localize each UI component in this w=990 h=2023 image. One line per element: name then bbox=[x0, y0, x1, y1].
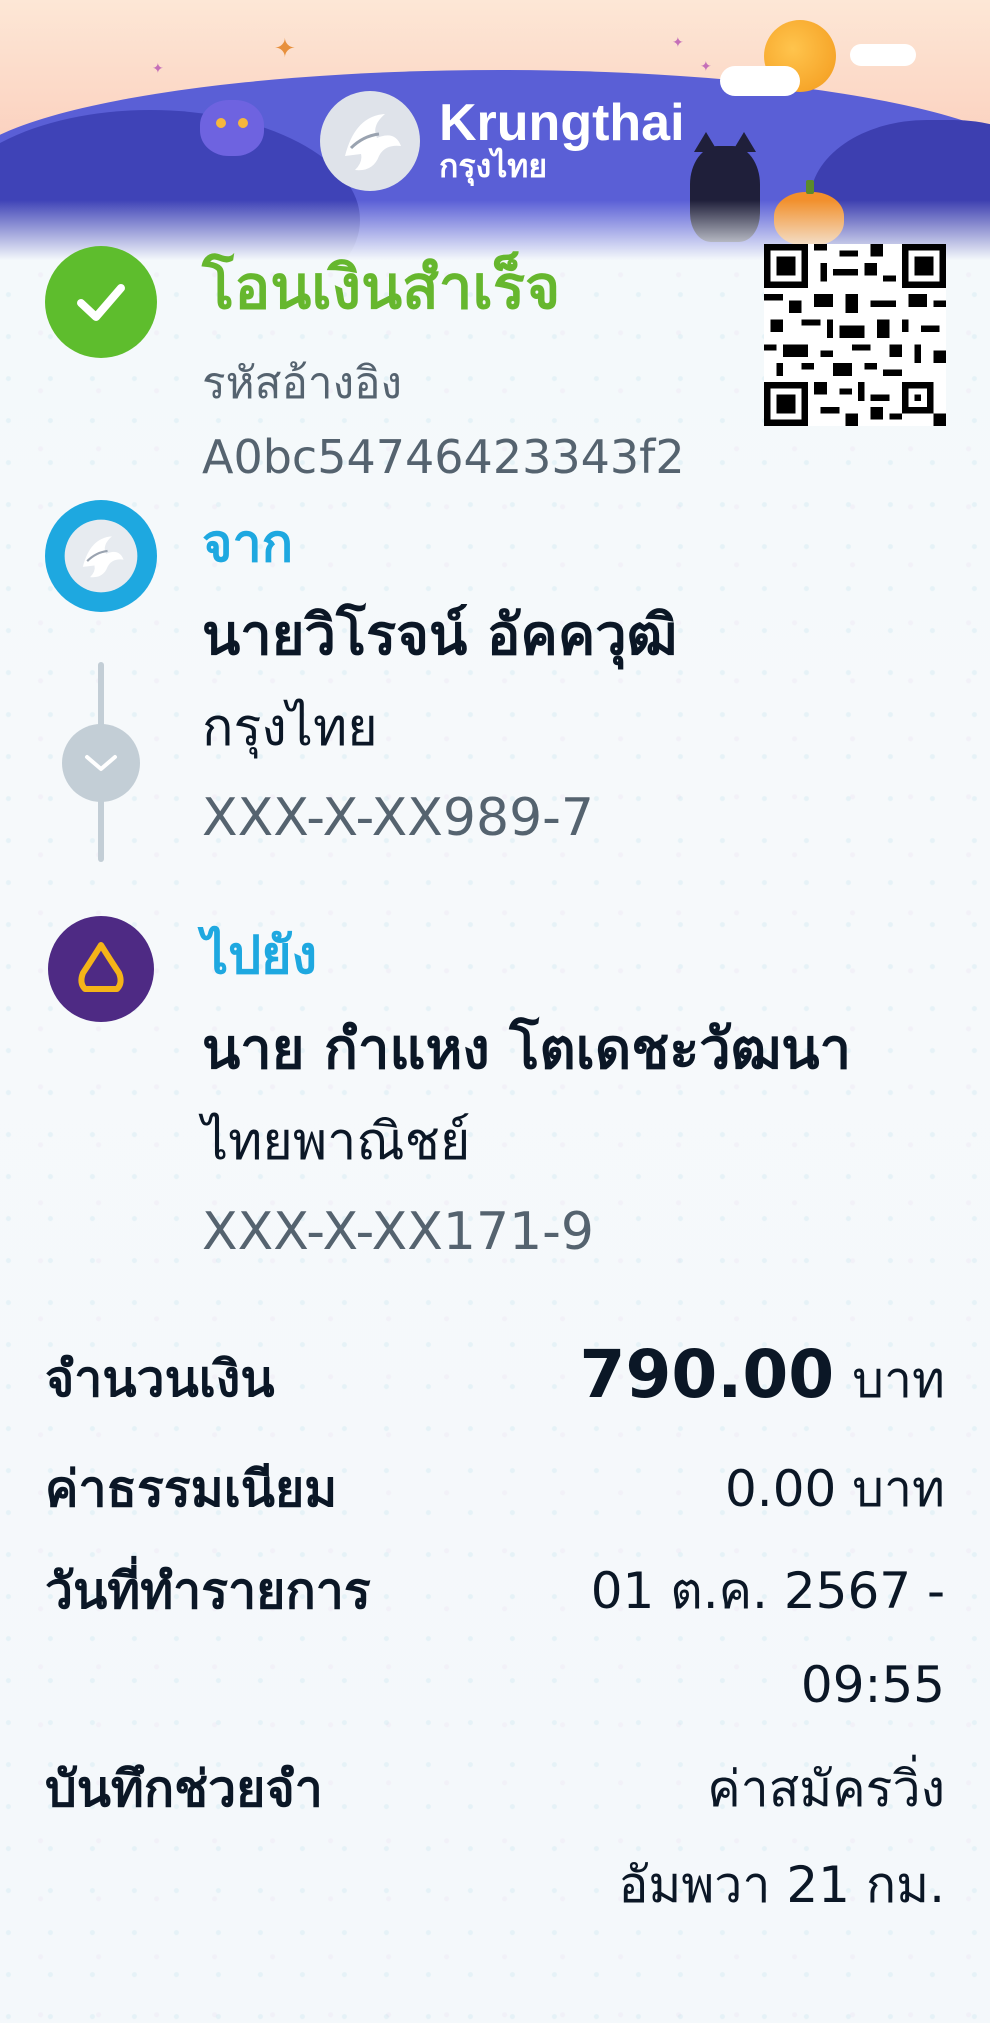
to-label: ไปยัง bbox=[202, 926, 318, 986]
memo-value-line2: อัมพวา 21 กม. bbox=[618, 1856, 945, 1914]
cloud-icon bbox=[850, 44, 916, 66]
qr-code[interactable] bbox=[764, 244, 946, 426]
amount-value: 790.00 bbox=[579, 1336, 835, 1413]
reference-value: A0bc54746423343f2 bbox=[202, 430, 685, 484]
star-icon: ✦ bbox=[152, 61, 164, 77]
krungthai-logo-icon bbox=[320, 91, 420, 191]
from-bank: กรุงไทย bbox=[202, 698, 378, 758]
from-name: นายวิโรจน์ อัคควุฒิ bbox=[202, 603, 678, 668]
fee-value: 0.00 บาท bbox=[725, 1460, 945, 1518]
to-bank: ไทยพาณิชย์ bbox=[202, 1112, 471, 1172]
date-label: วันที่ทำรายการ bbox=[45, 1562, 371, 1620]
chevron-down-icon bbox=[62, 724, 140, 802]
memo-label: บันทึกช่วยจำ bbox=[45, 1760, 323, 1818]
fee-label: ค่าธรรมเนียม bbox=[45, 1460, 338, 1518]
date-value-line2: 09:55 bbox=[800, 1656, 945, 1714]
star-icon: ✦ bbox=[700, 59, 712, 75]
cloud-icon bbox=[720, 66, 800, 96]
from-account: XXX-X-XX989-7 bbox=[202, 788, 595, 848]
amount-unit: บาท bbox=[852, 1351, 945, 1409]
star-icon: ✦ bbox=[672, 35, 684, 51]
krungthai-logo-icon bbox=[64, 519, 138, 593]
star-icon: ✦ bbox=[274, 34, 296, 64]
scb-logo-icon bbox=[78, 942, 124, 992]
amount-value-row: 790.00 บาท bbox=[580, 1342, 945, 1408]
header-banner: ✦ ✦ ✦ ✦ Krungthai กรุงไทย bbox=[0, 0, 990, 260]
to-account: XXX-X-XX171-9 bbox=[202, 1202, 595, 1262]
brand-name-en: Krungthai bbox=[439, 94, 685, 153]
date-value-line1: 01 ต.ค. 2567 - bbox=[590, 1562, 945, 1620]
status-title: โอนเงินสำเร็จ bbox=[202, 253, 561, 323]
amount-label: จำนวนเงิน bbox=[45, 1350, 275, 1408]
pumpkin-icon bbox=[200, 100, 264, 156]
from-bank-avatar bbox=[45, 500, 157, 612]
to-name: นาย กำแหง โตเดชะวัฒนา bbox=[202, 1017, 852, 1082]
memo-value-line1: ค่าสมัครวิ่ง bbox=[707, 1760, 945, 1818]
brand-name-th: กรุงไทย bbox=[439, 147, 548, 186]
to-bank-avatar bbox=[48, 916, 154, 1022]
success-check-icon bbox=[45, 246, 157, 358]
from-label: จาก bbox=[202, 514, 294, 574]
brand-logo: Krungthai กรุงไทย bbox=[315, 86, 685, 196]
reference-label: รหัสอ้างอิง bbox=[202, 358, 403, 409]
background-pattern bbox=[0, 240, 990, 2023]
